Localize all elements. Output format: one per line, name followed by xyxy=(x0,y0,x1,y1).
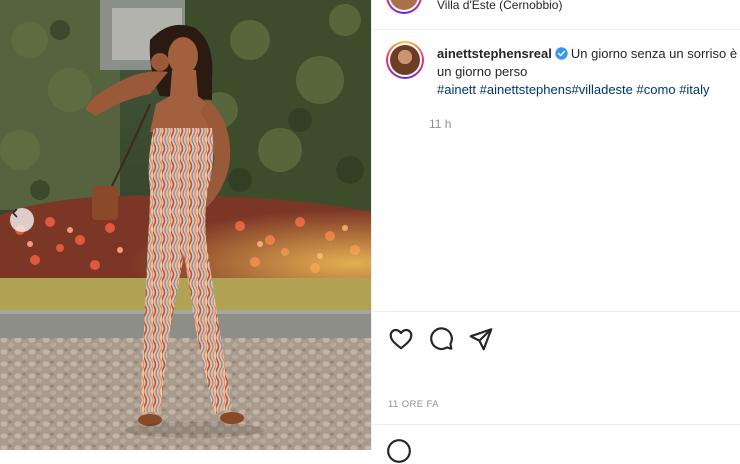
hashtag-link[interactable]: #ainett xyxy=(437,82,476,97)
divider xyxy=(372,424,740,425)
chevron-left-icon xyxy=(12,208,18,218)
post-timestamp[interactable]: 11 ORE FA xyxy=(388,399,439,410)
verified-badge-icon xyxy=(555,47,568,60)
hashtag-link[interactable]: #ainettstephens xyxy=(480,82,572,97)
post-photo[interactable] xyxy=(0,0,371,450)
emoji-icon[interactable] xyxy=(386,438,412,464)
divider xyxy=(372,311,740,312)
caption-avatar[interactable] xyxy=(386,41,424,79)
comment-icon[interactable] xyxy=(428,326,454,352)
photo-illustration xyxy=(0,0,371,450)
carousel-prev-button[interactable] xyxy=(10,208,34,232)
hashtag-link[interactable]: #como xyxy=(637,82,676,97)
post-location[interactable]: Villa d'Este (Cernobbio) xyxy=(437,0,562,12)
paper-plane-icon[interactable] xyxy=(468,326,494,352)
hashtag-link[interactable]: #villadeste xyxy=(571,82,632,97)
post-caption: ainettstephensreal Un giorno senza un so… xyxy=(437,45,740,99)
caption-username[interactable]: ainettstephensreal xyxy=(437,46,552,61)
post-details-panel: Villa d'Este (Cernobbio) ainettstephensr… xyxy=(371,0,740,463)
heart-icon[interactable] xyxy=(388,326,414,352)
header-avatar[interactable] xyxy=(386,0,422,14)
caption-hashtags: #ainett #ainettstephens#villadeste #como… xyxy=(437,82,710,97)
hashtag-link[interactable]: #italy xyxy=(679,82,709,97)
divider xyxy=(372,29,740,30)
caption-timestamp[interactable]: 11 h xyxy=(429,117,451,131)
